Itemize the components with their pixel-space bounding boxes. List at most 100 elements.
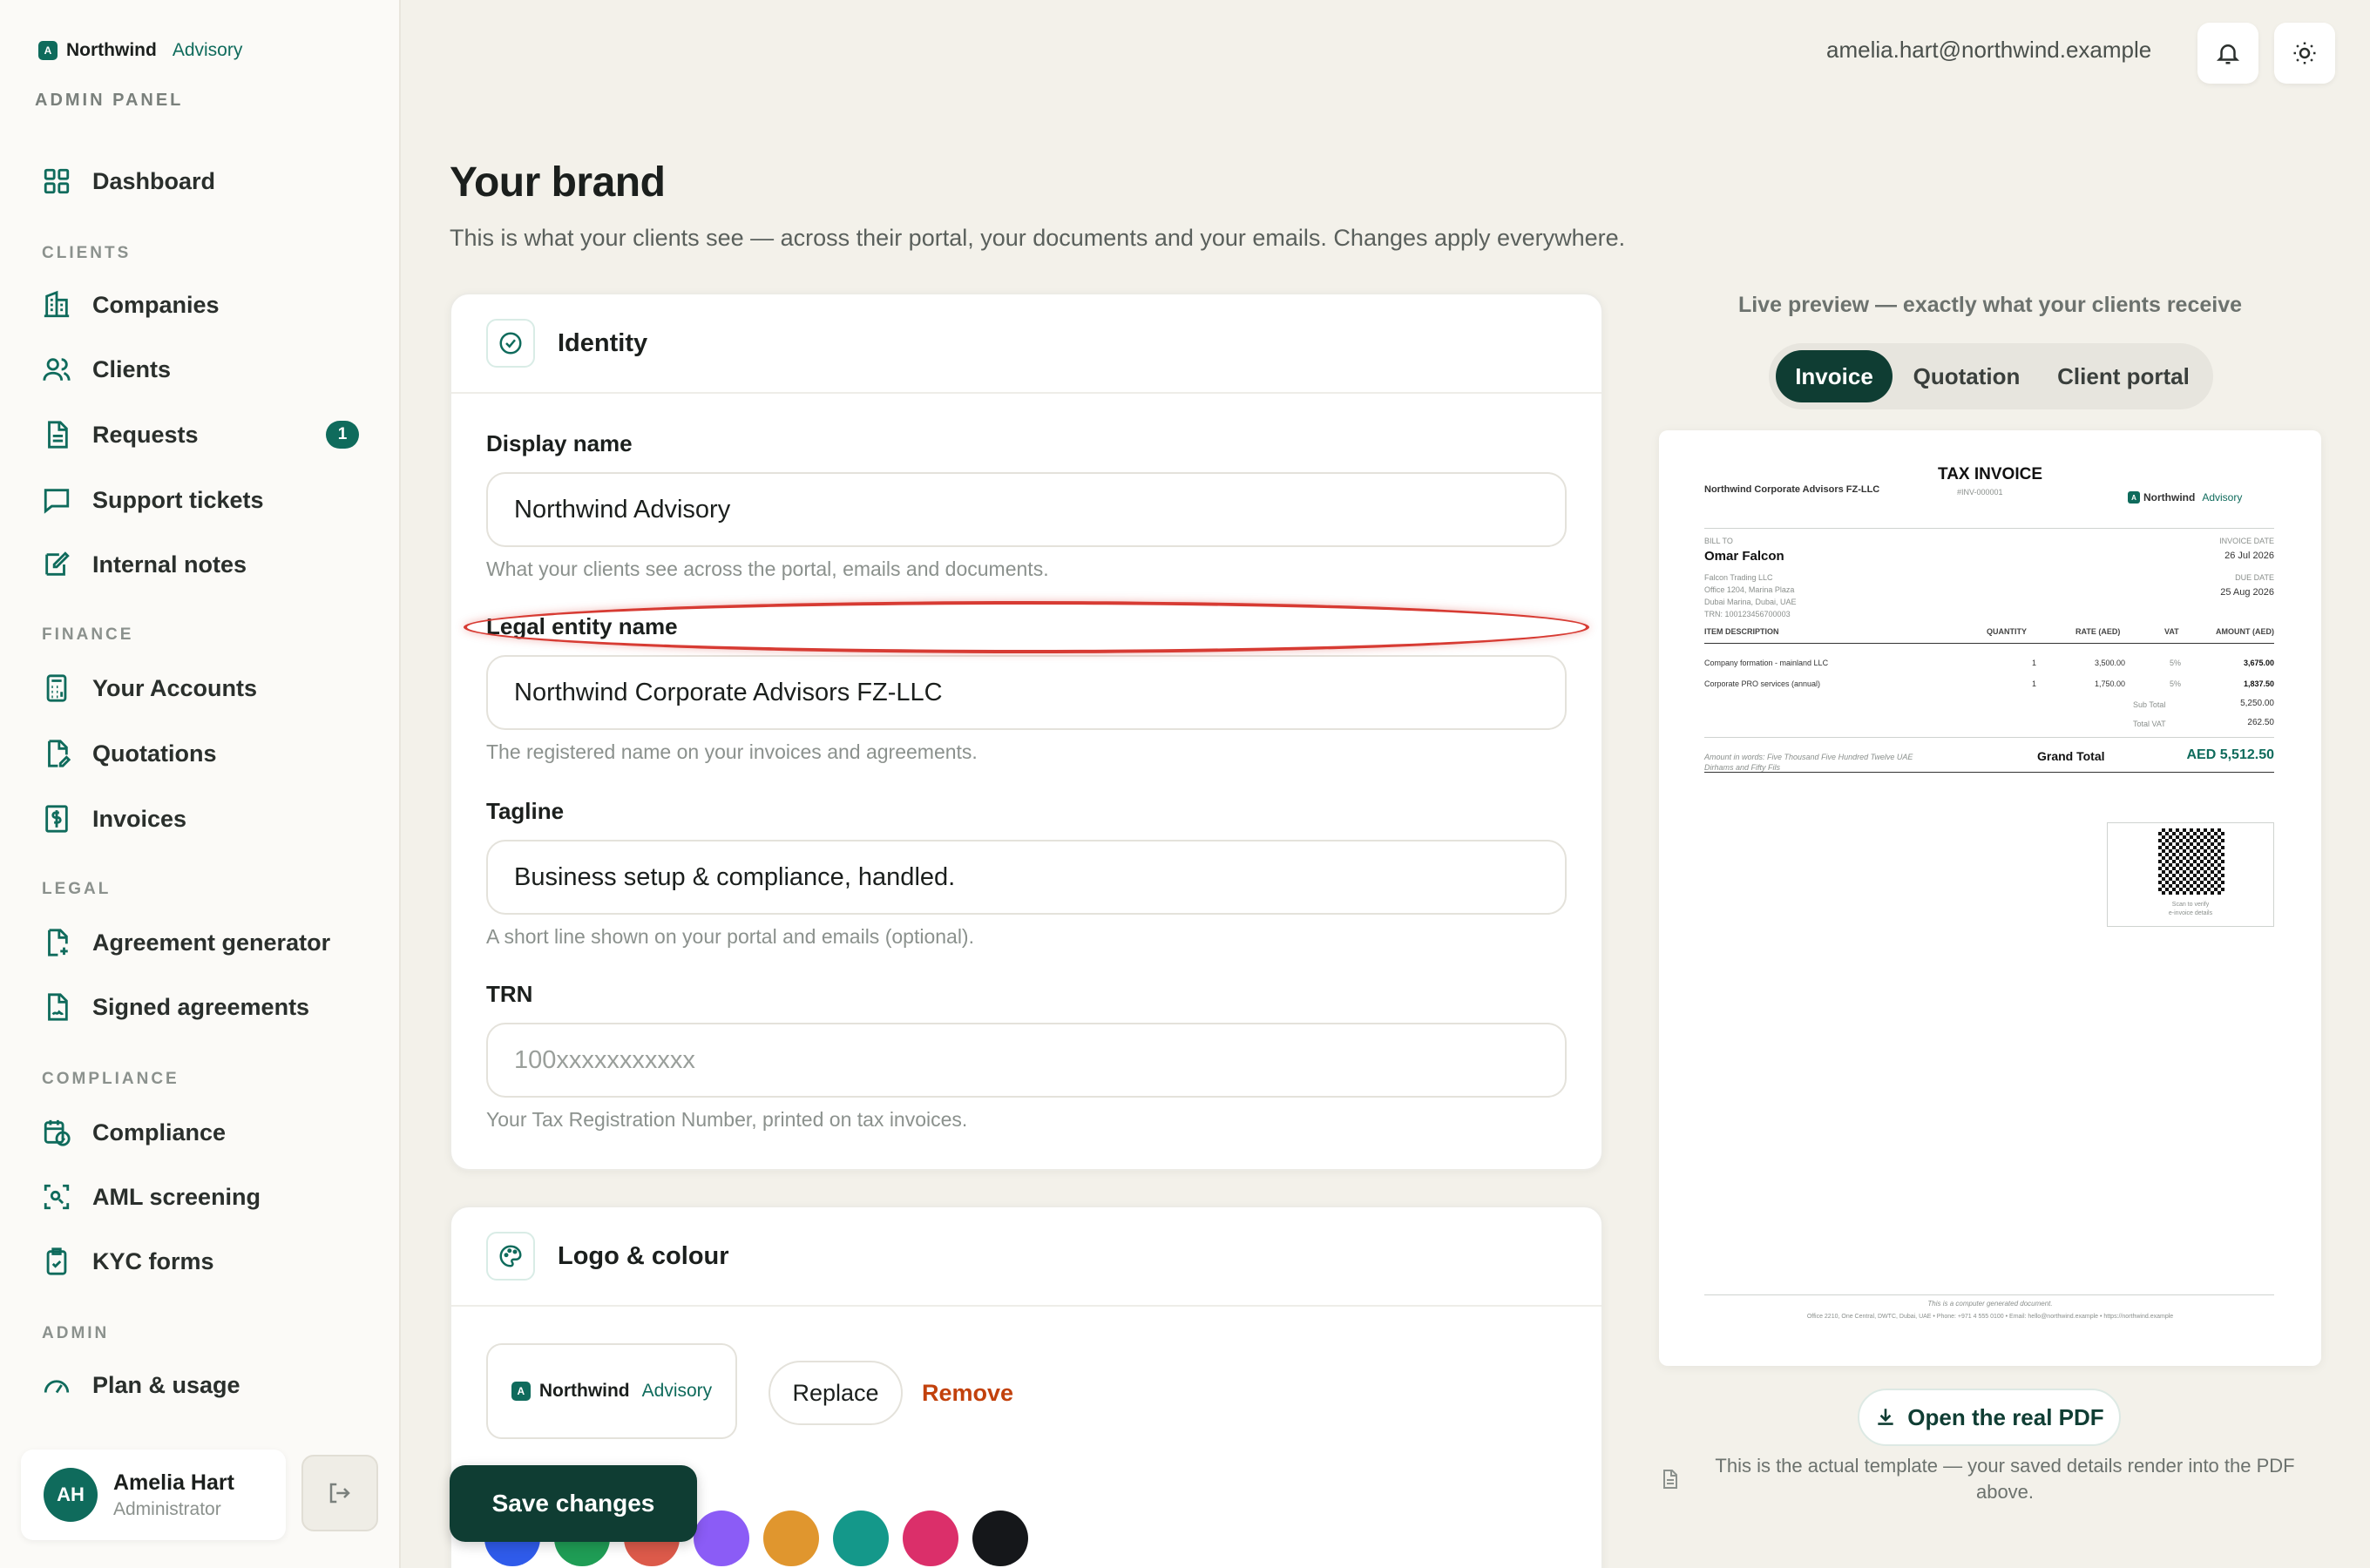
doc-vat-label: Total VAT xyxy=(2133,720,2166,728)
sidebar-item-compliance[interactable]: Compliance xyxy=(42,1113,366,1152)
open-pdf-button[interactable]: Open the real PDF xyxy=(1858,1389,2121,1446)
remove-logo-button[interactable]: Remove xyxy=(922,1361,1013,1425)
doc-qr-box: Scan to verify e-invoice details xyxy=(2107,822,2274,927)
calendar-clock-icon xyxy=(44,1119,71,1146)
sidebar-item-quotations[interactable]: Quotations xyxy=(42,734,366,773)
sidebar-item-signed-agreements[interactable]: Signed agreements xyxy=(42,988,366,1026)
doc-subtotal: 5,250.00 xyxy=(2240,699,2274,708)
doc-totals-rule xyxy=(1704,737,2274,738)
sidebar-item-requests[interactable]: Requests 1 xyxy=(42,416,366,454)
doc-row2-rate: 1,750.00 xyxy=(2095,679,2126,688)
sidebar-item-companies[interactable]: Companies xyxy=(42,286,366,324)
legal-entity-name-label: Legal entity name xyxy=(486,613,678,639)
colour-swatch[interactable] xyxy=(694,1511,749,1566)
avatar: AH xyxy=(44,1468,98,1522)
gauge-icon xyxy=(44,1380,70,1394)
invoice-preview: Northwind Corporate Advisors FZ-LLC TAX … xyxy=(1659,430,2321,1366)
users-icon xyxy=(43,358,71,381)
trn-label: TRN xyxy=(486,981,533,1007)
document-signed-icon xyxy=(48,993,68,1021)
sidebar-item-aml-screening[interactable]: AML screening xyxy=(42,1178,366,1216)
tagline-help: A short line shown on your portal and em… xyxy=(486,925,974,948)
tab-quotation[interactable]: Quotation xyxy=(1901,350,2032,402)
doc-row2-item: Corporate PRO services (annual) xyxy=(1704,679,1821,688)
doc-row2-amount: 1,837.50 xyxy=(2243,679,2274,688)
sidebar-item-label: AML screening xyxy=(92,1183,261,1210)
sidebar-item-label: Compliance xyxy=(92,1119,227,1146)
user-role: Administrator xyxy=(113,1498,221,1519)
trn-input[interactable] xyxy=(486,1023,1567,1098)
doc-col-item: ITEM DESCRIPTION xyxy=(1704,627,1779,636)
doc-footer-line1: This is a computer generated document. xyxy=(1927,1300,2053,1308)
doc-row1-vat: 5% xyxy=(2170,659,2182,667)
sidebar-item-agreement-generator[interactable]: Agreement generator xyxy=(42,923,366,962)
tab-client-portal[interactable]: Client portal xyxy=(2041,350,2206,402)
file-icon xyxy=(1659,1469,1680,1490)
badge-check-icon xyxy=(486,319,535,368)
sidebar-item-support-tickets[interactable]: Support tickets xyxy=(42,481,366,519)
requests-count-badge: 1 xyxy=(326,421,359,449)
legal-entity-name-input[interactable] xyxy=(486,655,1567,730)
replace-logo-button[interactable]: Replace xyxy=(769,1361,903,1425)
sun-icon xyxy=(2293,42,2316,64)
theme-toggle-button[interactable] xyxy=(2274,23,2335,84)
logo-brand-accent: Advisory xyxy=(641,1381,713,1401)
doc-brand: A Northwind Advisory xyxy=(2128,491,2242,504)
sidebar-item-clients[interactable]: Clients xyxy=(42,350,366,389)
chat-icon xyxy=(44,489,70,514)
colour-swatch[interactable] xyxy=(833,1511,889,1566)
doc-invoice-date: 26 Jul 2026 xyxy=(2224,551,2274,561)
doc-col-qty: QUANTITY xyxy=(1987,627,2027,636)
colour-swatch[interactable] xyxy=(763,1511,819,1566)
sidebar-item-label: KYC forms xyxy=(92,1247,214,1274)
identity-title: Identity xyxy=(558,328,648,357)
note-edit-icon xyxy=(45,551,70,576)
logo-colour-title: Logo & colour xyxy=(558,1241,729,1270)
doc-client-addr1: Office 1204, Marina Plaza xyxy=(1704,585,1795,594)
page-title: Your brand xyxy=(450,159,666,206)
section-admin: ADMIN xyxy=(42,1324,110,1342)
colour-swatch[interactable] xyxy=(972,1511,1028,1566)
document-icon xyxy=(48,421,68,449)
tagline-input[interactable] xyxy=(486,840,1567,915)
doc-words-line1: Amount in words: Five Thousand Five Hund… xyxy=(1704,753,1913,761)
display-name-input[interactable] xyxy=(486,472,1567,547)
doc-brand-mark-icon: A xyxy=(2128,491,2140,504)
doc-client-name: Omar Falcon xyxy=(1704,549,1784,564)
doc-row2-vat: 5% xyxy=(2170,679,2182,688)
open-pdf-label: Open the real PDF xyxy=(1907,1403,2104,1430)
brand-logo[interactable]: A Northwind Advisory xyxy=(38,40,242,61)
sidebar-item-invoices[interactable]: Invoices xyxy=(42,800,366,838)
sidebar-item-label: Invoices xyxy=(92,805,187,832)
scan-search-icon xyxy=(44,1184,70,1210)
doc-due-date: 25 Aug 2026 xyxy=(2220,587,2274,598)
bell-icon xyxy=(2216,44,2240,64)
doc-row2-qty: 1 xyxy=(2032,679,2037,688)
sidebar-item-label: Dashboard xyxy=(92,167,216,194)
sidebar-item-label: Plan & usage xyxy=(92,1371,240,1398)
doc-title: TAX INVOICE xyxy=(1938,465,2042,483)
sidebar-item-label: Requests xyxy=(92,421,199,448)
sidebar-item-dashboard[interactable]: Dashboard xyxy=(42,162,366,200)
sidebar-item-label: Clients xyxy=(92,355,172,382)
save-changes-button[interactable]: Save changes xyxy=(450,1465,697,1542)
user-card[interactable]: AH Amelia Hart Administrator xyxy=(21,1450,286,1540)
sidebar-item-kyc-forms[interactable]: KYC forms xyxy=(42,1242,366,1281)
doc-col-amount: AMOUNT (AED) xyxy=(2216,627,2274,636)
sidebar-item-your-accounts[interactable]: Your Accounts xyxy=(42,669,366,707)
doc-row1-rate: 3,500.00 xyxy=(2095,659,2126,667)
preview-caption: Live preview — exactly what your clients… xyxy=(1737,293,2243,317)
doc-vat-total: 262.50 xyxy=(2247,718,2274,727)
logout-button[interactable] xyxy=(301,1455,378,1531)
colour-swatch[interactable] xyxy=(903,1511,958,1566)
doc-brand-accent: Advisory xyxy=(2202,491,2243,504)
doc-brand-name: Northwind xyxy=(2143,491,2196,504)
clipboard-check-icon xyxy=(46,1247,67,1275)
tab-invoice[interactable]: Invoice xyxy=(1776,350,1893,402)
sidebar-item-internal-notes[interactable]: Internal notes xyxy=(42,545,366,584)
user-name: Amelia Hart xyxy=(113,1470,234,1495)
notifications-button[interactable] xyxy=(2197,23,2258,84)
sidebar-item-plan-usage[interactable]: Plan & usage xyxy=(42,1366,366,1404)
sidebar-item-label: Support tickets xyxy=(92,486,264,513)
invoice-dollar-icon xyxy=(45,805,68,833)
